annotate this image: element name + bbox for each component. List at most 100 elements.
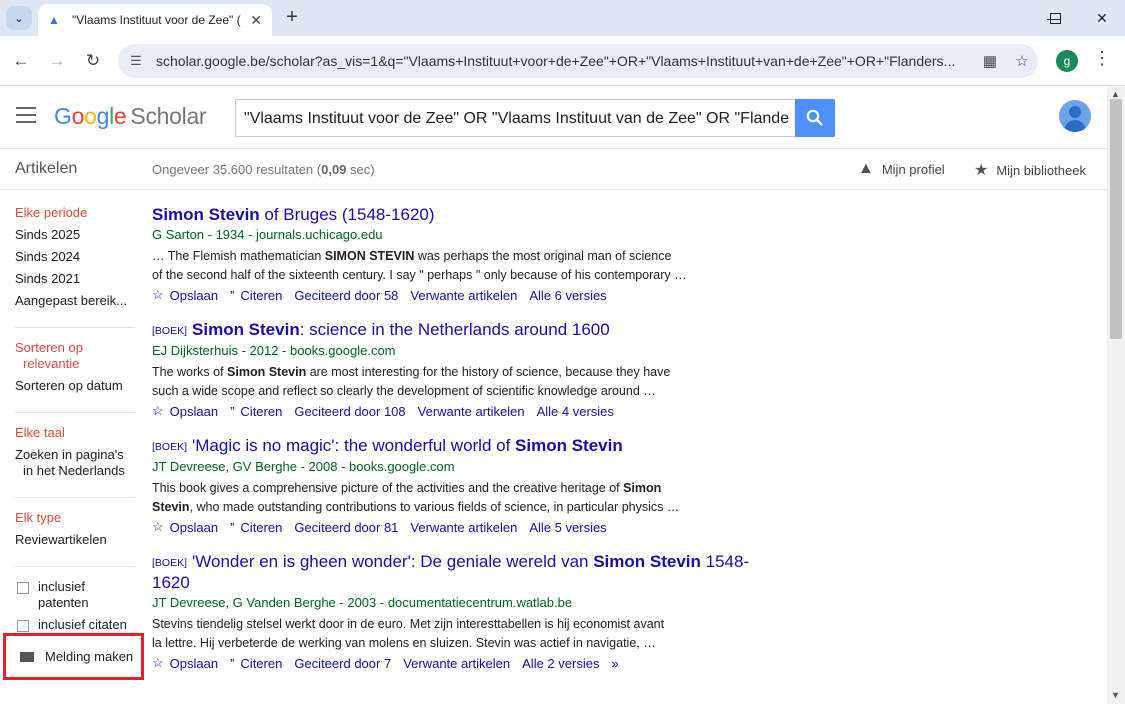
my-library-link[interactable]: ★ Mijn bibliotheek	[974, 160, 1086, 180]
sort-by-date[interactable]: Sorteren op datum	[15, 378, 135, 394]
sort-relevance-2[interactable]: relevantie	[15, 356, 135, 372]
browser-profile-avatar[interactable]: g	[1056, 50, 1078, 72]
google-scholar-logo[interactable]: Google Scholar	[54, 103, 207, 130]
result-title[interactable]: Simon Stevin of Bruges (1548-1620)	[152, 205, 762, 225]
result-type-tag: [BOEK]	[152, 557, 188, 569]
filter-since-2025[interactable]: Sinds 2025	[15, 227, 135, 243]
result-snippet: Stevins tiendelig stelsel werkt door in …	[152, 617, 665, 650]
filter-dutch-pages-2[interactable]: in het Nederlands	[15, 463, 135, 479]
result-snippet: … The Flemish mathematician SIMON STEVIN…	[152, 249, 687, 282]
save-link[interactable]: ☆ Opslaan	[152, 403, 218, 419]
all-versions-link[interactable]: Alle 5 versies	[529, 520, 606, 535]
filter-any-type[interactable]: Elk type	[15, 510, 135, 526]
cite-link[interactable]: ” Citeren	[230, 404, 282, 419]
all-versions-link[interactable]: Alle 4 versies	[537, 404, 614, 419]
result-actions: ☆ Opslaan ” Citeren Geciteerd door 58 Verw…	[152, 287, 762, 303]
cited-by-link[interactable]: Geciteerd door 81	[294, 520, 398, 535]
search-button[interactable]	[795, 99, 835, 137]
cited-by-link[interactable]: Geciteerd door 108	[294, 404, 405, 419]
result-actions: ☆ Opslaan ” Citeren Geciteerd door 108 Ver…	[152, 403, 762, 419]
result-title[interactable]: [BOEK] 'Magic is no magic': the wonderful…	[152, 436, 762, 457]
result-item: [BOEK] 'Wonder en is gheen wonder': De ge…	[152, 552, 762, 671]
patents-checkbox[interactable]	[17, 582, 29, 594]
create-alert-button[interactable]: Melding maken	[3, 633, 144, 680]
star-outline-icon: ☆	[152, 403, 164, 418]
browser-tab-strip: ⌄ ▲ "Vlaams Instituut voor de Zee" ( ✕ +…	[0, 0, 1125, 36]
sort-relevance[interactable]: Sorteren op	[15, 340, 135, 356]
tab-close-icon[interactable]: ✕	[250, 12, 262, 29]
cite-link[interactable]: ” Citeren	[230, 288, 282, 303]
hamburger-menu-icon[interactable]	[16, 107, 36, 123]
more-chevron-icon[interactable]: »	[611, 656, 618, 671]
result-source: JT Devreese, GV Berghe - 2008 - books.go…	[152, 459, 455, 474]
account-avatar[interactable]	[1059, 100, 1091, 132]
create-alert-label: Melding maken	[45, 649, 134, 664]
cite-link[interactable]: ” Citeren	[230, 520, 282, 535]
scholar-header: Google Scholar "Vlaams Instituut voor de …	[0, 87, 1107, 149]
filter-custom-range[interactable]: Aangepast bereik...	[15, 293, 135, 309]
results-subbar: Artikelen Ongeveer 35.600 resultaten (0,…	[0, 150, 1107, 190]
filter-since-2021[interactable]: Sinds 2021	[15, 271, 135, 287]
filter-any-language[interactable]: Elke taal	[15, 425, 135, 441]
related-articles-link[interactable]: Verwante artikelen	[410, 520, 517, 535]
star-outline-icon: ☆	[152, 519, 164, 534]
citations-checkbox[interactable]	[17, 620, 29, 632]
all-versions-link[interactable]: Alle 6 versies	[529, 288, 606, 303]
reload-icon[interactable]: ↻	[80, 48, 106, 74]
result-item: Simon Stevin of Bruges (1548-1620) G Sar…	[152, 205, 762, 303]
my-profile-link[interactable]: ▲ Mijn profiel	[858, 160, 945, 178]
citations-label: inclusief citaten	[38, 617, 127, 632]
cited-by-link[interactable]: Geciteerd door 7	[294, 656, 391, 671]
patents-label: inclusief	[38, 579, 85, 594]
tab-search-icon[interactable]: ⌄	[6, 6, 32, 30]
related-articles-link[interactable]: Verwante artikelen	[410, 288, 517, 303]
filter-any-time[interactable]: Elke periode	[15, 205, 135, 221]
related-articles-link[interactable]: Verwante artikelen	[403, 656, 510, 671]
include-citations-checkbox[interactable]: inclusief citaten	[15, 617, 135, 633]
save-link[interactable]: ☆ Opslaan	[152, 655, 218, 671]
graduation-cap-icon: ▲	[858, 160, 874, 177]
result-item: [BOEK] Simon Stevin: science in the Nethe…	[152, 320, 762, 419]
address-bar[interactable]: ☰ scholar.google.be/scholar?as_vis=1&q="…	[118, 44, 1038, 78]
scroll-down-icon[interactable]: ▼	[1111, 690, 1120, 700]
result-source: JT Devreese, G Vanden Berghe - 2003 - do…	[152, 595, 573, 610]
browser-menu-icon[interactable]: ⋮	[1092, 48, 1112, 69]
cite-link[interactable]: ” Citeren	[230, 656, 282, 671]
new-tab-icon[interactable]: +	[280, 6, 304, 30]
result-title[interactable]: [BOEK] 'Wonder en is gheen wonder': De ge…	[152, 552, 762, 593]
tab-title: "Vlaams Instituut voor de Zee" (	[72, 13, 241, 27]
result-type-tag: [BOEK]	[152, 325, 188, 337]
scrollbar-thumb[interactable]	[1110, 99, 1122, 339]
filter-since-2024[interactable]: Sinds 2024	[15, 249, 135, 265]
include-patents-checkbox[interactable]: inclusief patenten	[15, 579, 135, 611]
patents-label-2: patenten	[38, 595, 89, 610]
close-window-icon[interactable]: ✕	[1079, 0, 1125, 36]
translate-icon[interactable]: ▦	[974, 52, 1006, 70]
result-actions: ☆ Opslaan ” Citeren Geciteerd door 7 Verwa…	[152, 655, 762, 671]
quote-icon: ”	[230, 519, 235, 535]
search-input[interactable]: "Vlaams Instituut voor de Zee" OR "Vlaam…	[235, 99, 796, 137]
page-scrollbar[interactable]: ▲ ▼	[1107, 87, 1125, 704]
browser-tab[interactable]: ▲ "Vlaams Instituut voor de Zee" ( ✕	[38, 4, 272, 36]
result-snippet: The works of Simon Stevin are most inter…	[152, 365, 671, 398]
envelope-icon	[20, 651, 34, 662]
result-item: [BOEK] 'Magic is no magic': the wonderful…	[152, 436, 762, 535]
maximize-icon[interactable]	[1032, 0, 1078, 36]
browser-toolbar: ← → ↻ ☰ scholar.google.be/scholar?as_vis…	[0, 36, 1125, 86]
scroll-up-icon[interactable]: ▲	[1111, 89, 1120, 99]
cited-by-link[interactable]: Geciteerd door 58	[294, 288, 398, 303]
result-title[interactable]: [BOEK] Simon Stevin: science in the Nethe…	[152, 320, 762, 341]
filter-dutch-pages[interactable]: Zoeken in pagina's	[15, 447, 135, 463]
url-text: scholar.google.be/scholar?as_vis=1&q="Vl…	[156, 53, 956, 69]
filter-review-articles[interactable]: Reviewartikelen	[15, 532, 135, 548]
all-versions-link[interactable]: Alle 2 versies	[522, 656, 599, 671]
bookmark-star-icon[interactable]: ☆	[1006, 52, 1038, 70]
search-icon	[806, 109, 823, 126]
save-link[interactable]: ☆ Opslaan	[152, 287, 218, 303]
back-icon[interactable]: ←	[8, 48, 34, 74]
quote-icon: ”	[230, 403, 235, 419]
forward-icon[interactable]: →	[44, 48, 70, 74]
related-articles-link[interactable]: Verwante artikelen	[418, 404, 525, 419]
save-link[interactable]: ☆ Opslaan	[152, 519, 218, 535]
site-info-icon[interactable]: ☰	[130, 53, 150, 69]
